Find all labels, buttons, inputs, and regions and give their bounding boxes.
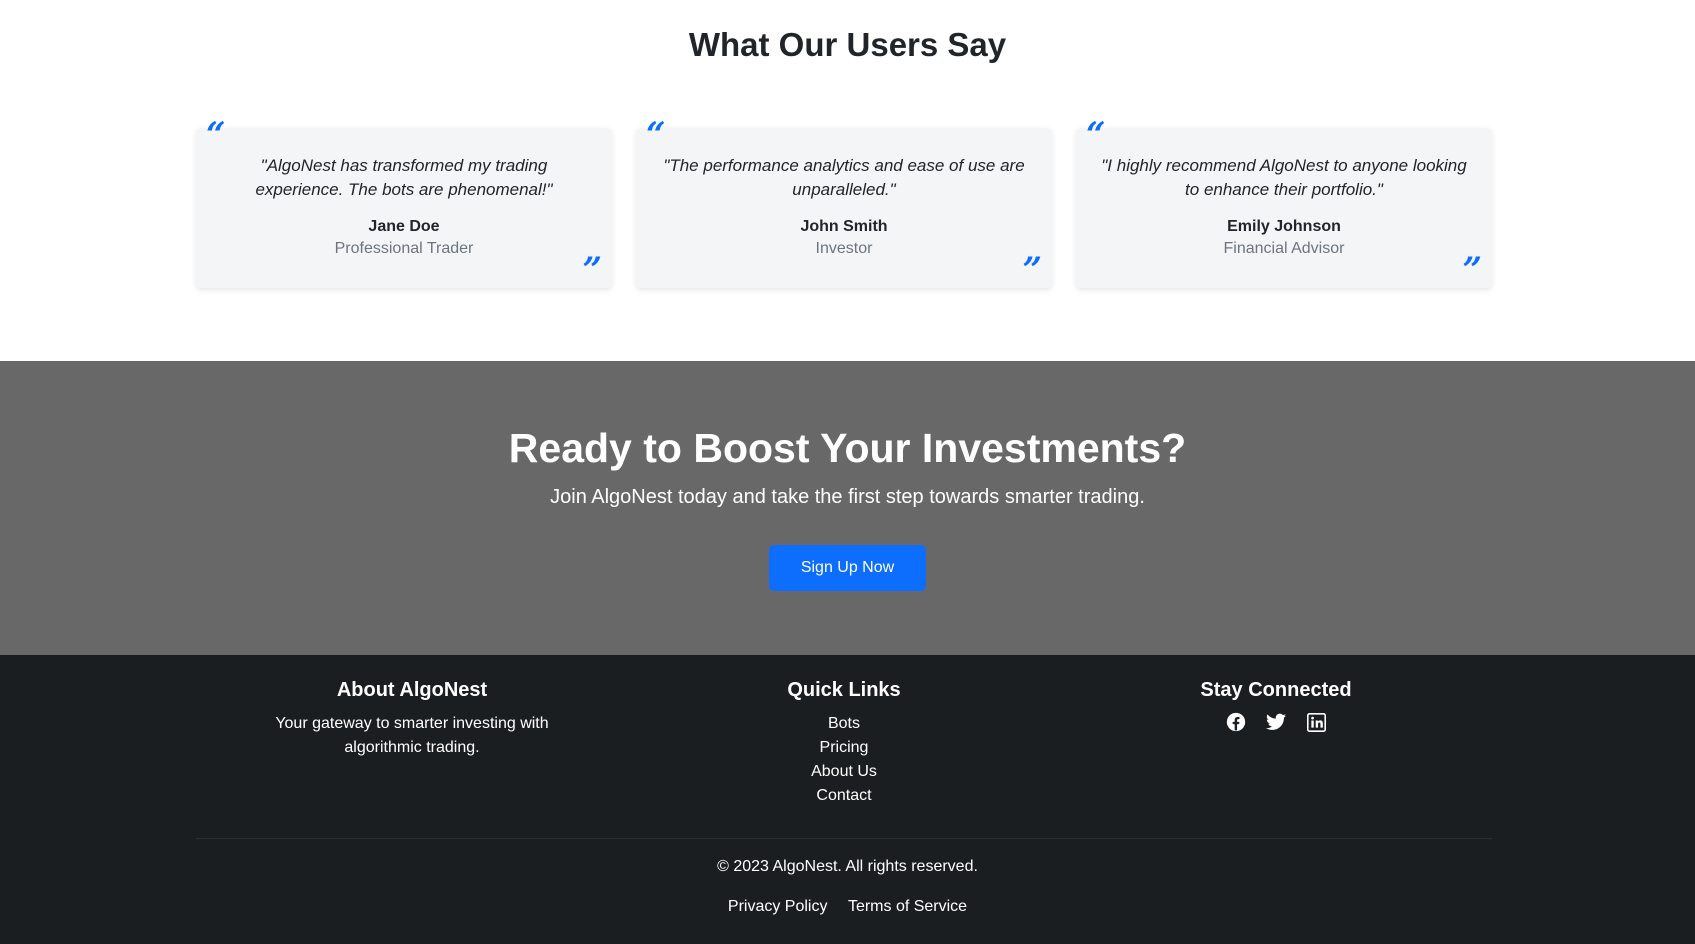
testimonial-card: “ "The performance analytics and ease of… [636, 118, 1052, 290]
testimonial-role: Professional Trader [334, 240, 474, 257]
footer-links-title: Quick Links [787, 679, 901, 701]
footer-link-bots[interactable]: Bots [628, 712, 1060, 736]
open-quote-icon: “ [1086, 115, 1106, 155]
footer-link-about-us[interactable]: About Us [628, 760, 1060, 784]
cta-title: Ready to Boost Your Investments? [508, 425, 1187, 471]
close-quote-icon: ” [1462, 250, 1482, 290]
footer-divider [196, 838, 1492, 839]
footer-social-title: Stay Connected [1200, 679, 1352, 701]
facebook-icon[interactable] [1224, 710, 1248, 734]
copyright: © 2023 AlgoNest. All rights reserved. [717, 858, 978, 875]
footer-about-text: Your gateway to smarter investing with a… [275, 715, 549, 756]
testimonial-name: Emily Johnson [1227, 218, 1341, 235]
terms-of-service-link[interactable]: Terms of Service [848, 898, 967, 915]
testimonial-name: John Smith [800, 218, 888, 235]
testimonial-cards: “ "AlgoNest has transformed my trading e… [196, 118, 1492, 290]
footer-social: Stay Connected [1060, 679, 1492, 808]
section-title: What Our Users Say [688, 26, 1007, 63]
footer-link-contact[interactable]: Contact [628, 784, 1060, 808]
privacy-policy-link[interactable]: Privacy Policy [728, 898, 828, 915]
testimonial-quote: "The performance analytics and ease of u… [663, 156, 1025, 199]
footer-about: About AlgoNest Your gateway to smarter i… [196, 679, 628, 808]
testimonial-quote: "I highly recommend AlgoNest to anyone l… [1101, 156, 1467, 199]
footer: About AlgoNest Your gateway to smarter i… [0, 655, 1695, 944]
cta-section: Ready to Boost Your Investments? Join Al… [0, 361, 1695, 655]
testimonial-name: Jane Doe [368, 218, 440, 235]
testimonial-role: Financial Advisor [1223, 240, 1345, 257]
footer-columns: About AlgoNest Your gateway to smarter i… [196, 679, 1492, 808]
sign-up-button[interactable]: Sign Up Now [768, 545, 927, 591]
open-quote-icon: “ [646, 115, 666, 155]
footer-about-title: About AlgoNest [336, 679, 488, 701]
cta-subtitle: Join AlgoNest today and take the first s… [550, 486, 1145, 508]
testimonial-card: “ "I highly recommend AlgoNest to anyone… [1076, 118, 1492, 290]
testimonial-quote: "AlgoNest has transformed my trading exp… [255, 156, 553, 199]
testimonials-section: What Our Users Say “ "AlgoNest has trans… [0, 0, 1695, 361]
linkedin-icon[interactable] [1304, 710, 1328, 734]
close-quote-icon: ” [1022, 250, 1042, 290]
footer-quick-links: Quick Links Bots Pricing About Us Contac… [628, 679, 1060, 808]
social-icons [1060, 710, 1492, 734]
close-quote-icon: ” [582, 250, 602, 290]
footer-link-pricing[interactable]: Pricing [628, 736, 1060, 760]
testimonial-card: “ "AlgoNest has transformed my trading e… [196, 118, 612, 290]
twitter-icon[interactable] [1264, 710, 1288, 734]
legal-links: Privacy Policy Terms of Service [0, 898, 1695, 916]
testimonial-role: Investor [815, 240, 873, 257]
open-quote-icon: “ [206, 115, 226, 155]
